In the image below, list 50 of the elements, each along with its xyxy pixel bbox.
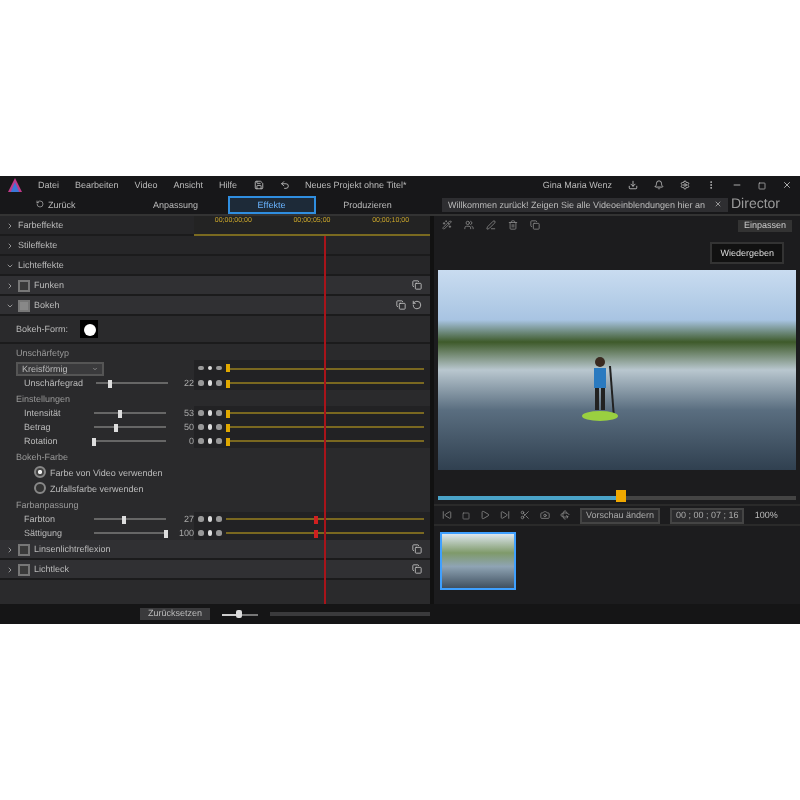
pen-icon[interactable] <box>486 220 496 230</box>
trash-icon[interactable] <box>508 220 518 230</box>
settings-icon[interactable] <box>680 180 690 190</box>
copy-icon[interactable] <box>412 564 422 574</box>
slider-thumb[interactable] <box>108 379 113 387</box>
keyframe-marker <box>314 529 319 537</box>
copy-icon[interactable] <box>412 280 422 290</box>
app-logo <box>8 178 22 192</box>
effect-checkbox[interactable] <box>18 563 30 575</box>
copy-icon[interactable] <box>396 300 406 310</box>
paddleboarder-drawing <box>582 354 618 426</box>
clip-thumbnail[interactable] <box>440 532 516 590</box>
undo-icon[interactable] <box>279 180 290 190</box>
download-icon[interactable] <box>628 180 638 190</box>
slider-thumb[interactable] <box>91 437 96 445</box>
skip-forward-icon[interactable] <box>500 510 510 520</box>
keyframe-marker <box>225 379 229 387</box>
radio-button[interactable] <box>34 466 46 478</box>
wand-icon[interactable] <box>442 220 452 230</box>
effect-checkbox[interactable] <box>18 299 30 311</box>
camera-icon[interactable] <box>540 510 550 520</box>
play-icon[interactable] <box>480 510 490 520</box>
skip-back-icon[interactable] <box>442 510 452 520</box>
effect-checkbox[interactable] <box>18 543 30 555</box>
minimize-icon[interactable] <box>732 180 742 190</box>
slider-thumb[interactable] <box>122 515 127 523</box>
keyframe-marker <box>225 423 229 431</box>
scissors-icon[interactable] <box>520 510 530 520</box>
horizontal-scrollbar[interactable] <box>270 612 431 616</box>
keyframe-marker <box>225 437 229 445</box>
keyframe-marker <box>225 364 229 372</box>
save-icon[interactable] <box>253 180 264 190</box>
scrub-thumb[interactable] <box>615 490 626 502</box>
radio-button[interactable] <box>34 482 46 494</box>
slider-thumb[interactable] <box>164 529 169 537</box>
keyframe-marker <box>314 515 319 523</box>
copy-icon[interactable] <box>530 220 540 230</box>
maximize-icon[interactable] <box>758 181 766 189</box>
back-arrow-icon <box>36 200 44 208</box>
zoom-thumb[interactable] <box>235 610 242 618</box>
bell-icon[interactable] <box>654 180 664 190</box>
bokeh-shape-swatch[interactable] <box>80 320 99 338</box>
copy-icon[interactable] <box>412 544 422 554</box>
slider-thumb[interactable] <box>113 423 118 431</box>
effect-checkbox[interactable] <box>18 279 30 291</box>
reset-icon[interactable] <box>412 300 422 310</box>
slider-thumb[interactable] <box>117 409 122 417</box>
circle-shape-icon <box>83 323 96 335</box>
people-icon[interactable] <box>464 220 474 230</box>
keyframe-marker <box>225 409 229 417</box>
